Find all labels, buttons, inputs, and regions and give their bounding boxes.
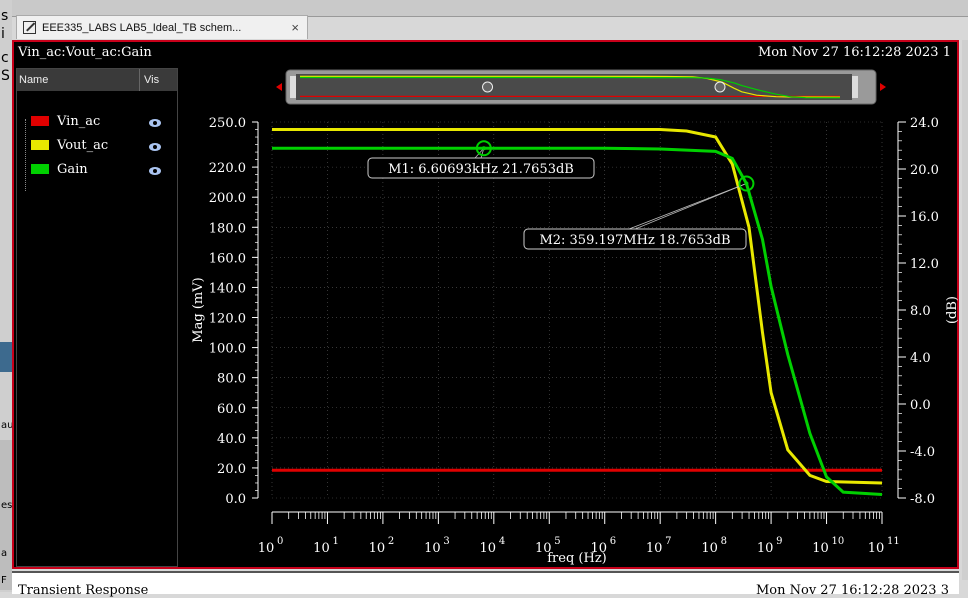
legend-swatch	[31, 140, 49, 150]
y-tick-label-right: -4.0	[910, 445, 935, 460]
x-tick-exponent: 5	[554, 536, 560, 547]
y-tick-label-right: 4.0	[910, 351, 931, 366]
y-tick-label-right: 20.0	[910, 163, 939, 178]
legend-item-label: Vin_ac	[57, 113, 101, 129]
marker-leader	[628, 183, 747, 230]
strip-char: i	[1, 26, 5, 42]
x-axis-label: freq (Hz)	[547, 551, 607, 566]
y-tick-label-left: 60.0	[217, 402, 246, 417]
y-tick-label-left: 120.0	[209, 312, 246, 327]
x-tick-exponent: 4	[499, 536, 505, 547]
y-tick-label-right: 12.0	[910, 257, 939, 272]
x-tick-exponent: 8	[721, 536, 727, 547]
x-tick-label: 10	[313, 541, 330, 556]
y-tick-label-left: 180.0	[209, 221, 246, 236]
visibility-eye-icon[interactable]	[149, 167, 161, 175]
left-background-strip: s i c S au es a F	[0, 0, 13, 592]
overview-handle-right	[852, 76, 858, 98]
legend-item-label: Vout_ac	[57, 137, 109, 153]
graph-title: Vin_ac:Vout_ac:Gain	[18, 45, 152, 60]
y-tick-label-left: 100.0	[209, 342, 246, 357]
strip-blue-block	[0, 342, 12, 372]
marker-label: M2: 359.197MHz 18.7653dB	[539, 233, 730, 248]
y-tick-label-right: 0.0	[910, 398, 931, 413]
close-icon[interactable]: ×	[291, 20, 299, 35]
y-tick-label-right: -8.0	[910, 492, 935, 507]
y-tick-label-right: 24.0	[910, 116, 939, 131]
strip-char: c	[1, 50, 9, 66]
scroll-right-icon	[880, 83, 886, 91]
series-line-gain	[272, 146, 883, 496]
marker-label: M1: 6.60693kHz 21.7653dB	[388, 162, 574, 177]
x-tick-label: 10	[701, 541, 718, 556]
graph-timestamp: Mon Nov 27 16:12:28 2023 1	[757, 45, 951, 60]
right-edge	[962, 40, 968, 580]
legend-swatch	[31, 164, 49, 174]
graph-window: Vin_ac:Vout_ac:Gain Mon Nov 27 16:12:28 …	[12, 40, 959, 569]
x-tick-label: 10	[868, 541, 885, 556]
x-tick-exponent: 10	[832, 536, 845, 547]
series-line-vout-ac	[272, 128, 883, 485]
overview-handle-left	[290, 76, 296, 98]
schematic-icon	[23, 21, 36, 34]
strip-char: F	[1, 575, 7, 586]
marker-dot	[744, 181, 749, 186]
y-tick-label-right: 8.0	[910, 304, 931, 319]
legend-item-vin-ac[interactable]: Vin_ac	[31, 109, 100, 133]
x-tick-exponent: 9	[776, 536, 782, 547]
y-tick-label-left: 250.0	[209, 116, 246, 131]
legend-item-gain[interactable]: Gain	[31, 157, 88, 181]
overview-marker-icon	[482, 81, 494, 93]
visibility-eye-icon[interactable]	[149, 119, 161, 127]
y-axis-label-left: Mag (mV)	[191, 277, 206, 342]
x-tick-exponent: 1	[332, 536, 338, 547]
x-tick-exponent: 0	[277, 536, 283, 547]
x-tick-exponent: 11	[887, 536, 900, 547]
x-tick-label: 10	[424, 541, 441, 556]
overview-marker-icon	[714, 81, 726, 93]
legend-item-label: Gain	[57, 161, 88, 177]
plot-area[interactable]: 0.020.040.060.080.0100.0120.0140.0160.01…	[178, 66, 958, 568]
y-tick-label-left: 220.0	[209, 161, 246, 176]
strip-char: es	[1, 500, 13, 511]
strip-char: s	[1, 8, 9, 24]
legend-swatch	[31, 116, 49, 126]
scroll-left-icon	[276, 83, 282, 91]
strip-gray-block	[0, 440, 12, 590]
legend-header-name[interactable]: Name	[19, 69, 48, 91]
x-tick-exponent: 7	[665, 536, 671, 547]
strip-char: a	[1, 548, 8, 559]
second-graph-window: Transient Response Mon Nov 27 16:12:28 2…	[12, 571, 959, 598]
x-tick-label: 10	[258, 541, 275, 556]
y-tick-label-left: 80.0	[217, 372, 246, 387]
tab-schematic[interactable]: EEE335_LABS LAB5_Ideal_TB schem... ×	[16, 15, 308, 39]
marker-dot	[481, 146, 486, 151]
y-tick-label-right: 16.0	[910, 210, 939, 225]
y-tick-label-left: 20.0	[217, 462, 246, 477]
x-tick-exponent: 2	[388, 536, 394, 547]
legend-header: Name Vis	[17, 69, 177, 91]
y-tick-label-left: 160.0	[209, 251, 246, 266]
second-graph-timestamp: Mon Nov 27 16:12:28 2023 3	[755, 583, 949, 598]
x-tick-label: 10	[646, 541, 663, 556]
strip-char: S	[1, 68, 10, 84]
y-tick-label-left: 40.0	[217, 432, 246, 447]
y-axis-label-right: (dB)	[945, 296, 958, 324]
x-tick-label: 10	[757, 541, 774, 556]
graph-title-bar: Vin_ac:Vout_ac:Gain Mon Nov 27 16:12:28 …	[14, 42, 957, 64]
y-tick-label-left: 200.0	[209, 191, 246, 206]
tab-label: EEE335_LABS LAB5_Ideal_TB schem...	[42, 21, 242, 34]
y-tick-label-left: 0.0	[225, 492, 246, 507]
legend-item-vout-ac[interactable]: Vout_ac	[31, 133, 108, 157]
x-tick-label: 10	[480, 541, 497, 556]
x-tick-exponent: 3	[443, 536, 449, 547]
x-tick-label: 10	[369, 541, 386, 556]
visibility-eye-icon[interactable]	[149, 143, 161, 151]
legend-panel: Name Vis Vin_ac Vout_ac Gain	[16, 68, 178, 567]
x-tick-exponent: 6	[610, 536, 616, 547]
x-tick-label: 10	[812, 541, 829, 556]
second-graph-title: Transient Response	[18, 583, 149, 598]
legend-header-vis[interactable]: Vis	[139, 69, 159, 91]
y-tick-label-left: 140.0	[209, 281, 246, 296]
